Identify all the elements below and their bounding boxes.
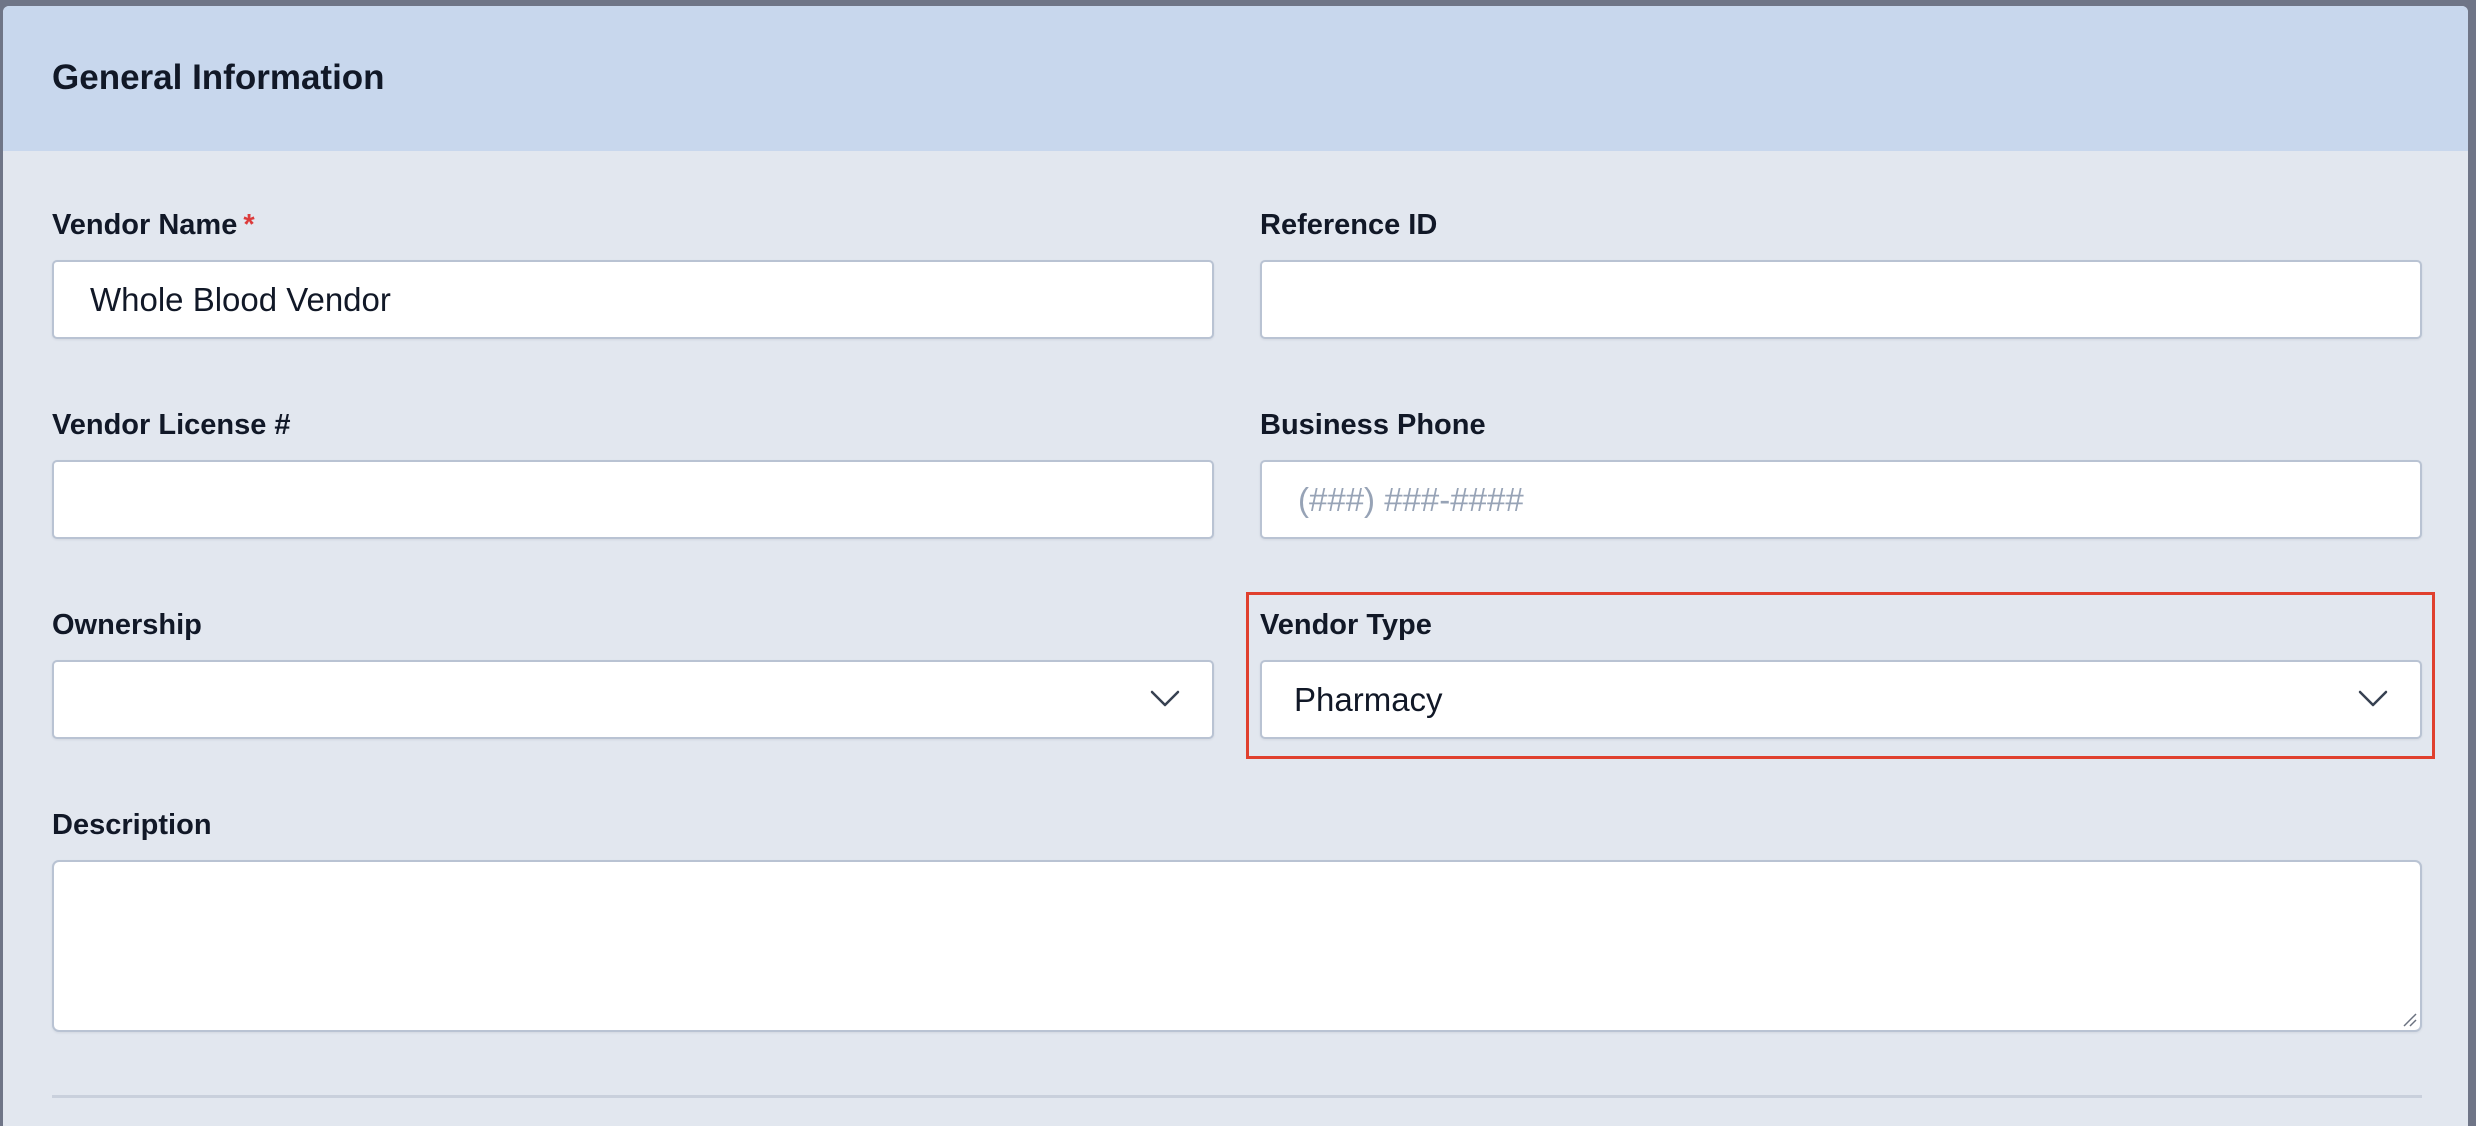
vendor-type-select[interactable]: Pharmacy	[1260, 660, 2422, 739]
vendor-name-input[interactable]	[52, 260, 1214, 339]
business-phone-input[interactable]	[1260, 460, 2422, 539]
reference-id-label: Reference ID	[1260, 209, 1438, 241]
section-divider	[52, 1095, 2422, 1098]
panel-header: General Information	[3, 6, 2468, 151]
reference-id-input[interactable]	[1260, 260, 2422, 339]
ownership-label: Ownership	[52, 609, 202, 641]
vendor-name-label: Vendor Name *	[52, 211, 255, 240]
business-phone-label: Business Phone	[1260, 409, 1486, 441]
vendor-type-selected-value: Pharmacy	[1294, 681, 1443, 718]
vendor-type-label: Vendor Type	[1260, 609, 1432, 641]
chevron-down-icon	[2358, 690, 2388, 707]
vendor-license-label: Vendor License #	[52, 409, 291, 441]
chevron-down-icon	[1150, 690, 1180, 707]
ownership-select[interactable]	[52, 660, 1214, 739]
resize-handle-icon[interactable]	[2401, 1011, 2417, 1027]
panel-title: General Information	[52, 58, 385, 97]
description-textarea[interactable]	[52, 860, 2422, 1032]
required-marker: *	[243, 209, 255, 241]
description-label: Description	[52, 809, 212, 841]
general-information-panel: General Information Vendor Name* Referen…	[3, 6, 2468, 1126]
vendor-license-input[interactable]	[52, 460, 1214, 539]
vendor-name-label-text: Vendor Name	[52, 209, 238, 241]
